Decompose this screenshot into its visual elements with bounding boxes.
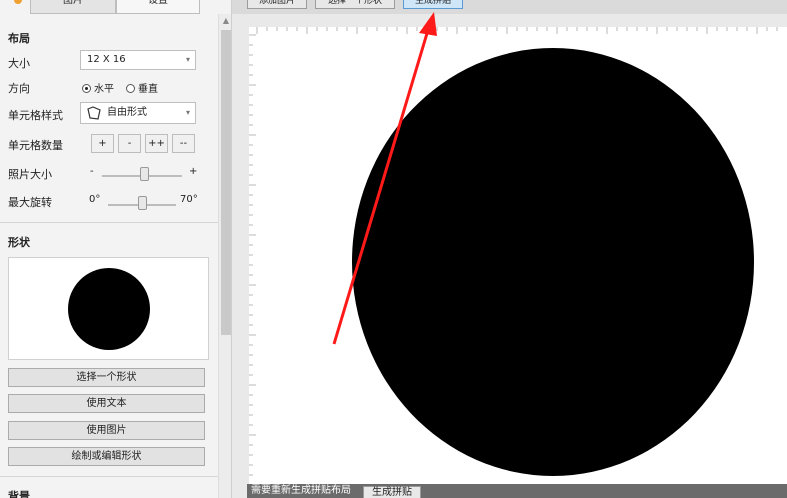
scroll-up-icon[interactable]: ▲ xyxy=(219,16,231,25)
direction-vertical-label: 垂直 xyxy=(138,84,158,95)
circle-shape-preview xyxy=(68,268,150,350)
tab-pictures[interactable]: 图片 xyxy=(30,0,116,14)
use-image-button[interactable]: 使用图片 xyxy=(8,421,205,440)
photo-size-min: - xyxy=(90,166,94,177)
shape-section-title: 形状 xyxy=(8,236,30,249)
collage-circle-shape xyxy=(352,48,754,476)
add-images-button[interactable]: 添加图片 xyxy=(247,0,307,9)
top-toolbar: 添加图片 选择一个形状 生成拼贴 xyxy=(232,0,787,14)
freeform-shape-icon xyxy=(87,106,101,120)
cell-count-remove-more-button[interactable]: -- xyxy=(172,134,195,153)
app-logo-icon xyxy=(14,0,22,4)
slider-handle[interactable] xyxy=(140,167,149,181)
tab-bar: 图片 设置 xyxy=(0,0,231,14)
left-ruler xyxy=(249,34,256,476)
radio-empty-icon xyxy=(126,84,135,93)
direction-vertical-radio[interactable]: 垂直 xyxy=(126,80,158,95)
panel-scrollbar[interactable]: ▲ xyxy=(218,14,231,498)
shape-preview xyxy=(8,257,209,360)
cell-count-add-more-button[interactable]: ++ xyxy=(145,134,168,153)
section-divider xyxy=(0,476,218,477)
photo-size-max: + xyxy=(189,166,198,177)
photo-size-label: 照片大小 xyxy=(8,168,52,181)
max-rotation-slider[interactable] xyxy=(108,196,176,210)
direction-horizontal-radio[interactable]: 水平 xyxy=(82,80,114,95)
status-generate-button[interactable]: 生成拼贴 xyxy=(363,486,421,498)
chevron-down-icon: ▾ xyxy=(185,108,190,117)
layout-section-title: 布局 xyxy=(8,32,30,45)
choose-shape-button[interactable]: 选择一个形状 xyxy=(8,368,205,387)
radio-selected-icon xyxy=(82,84,91,93)
status-message: 需要重新生成拼贴布局 xyxy=(251,485,351,496)
direction-label: 方向 xyxy=(8,82,30,95)
cell-count-remove-button[interactable]: - xyxy=(118,134,141,153)
rotation-min: 0° xyxy=(89,194,101,205)
draw-edit-shape-button[interactable]: 绘制或编辑形状 xyxy=(8,447,205,466)
max-rotation-label: 最大旋转 xyxy=(8,196,52,209)
cell-style-label: 单元格样式 xyxy=(8,109,63,122)
chevron-down-icon: ▾ xyxy=(185,55,190,64)
scrollbar-thumb[interactable] xyxy=(221,30,231,335)
photo-size-slider[interactable] xyxy=(102,167,182,181)
generate-collage-button[interactable]: 生成拼贴 xyxy=(403,0,463,9)
status-bar: 需要重新生成拼贴布局 生成拼贴 xyxy=(247,484,787,498)
settings-panel: 图片 设置 布局 大小 12 X 16 ▾ 方向 水平 垂直 单元格样式 自由形… xyxy=(0,0,232,498)
background-section-title: 背景 xyxy=(8,490,30,498)
size-select[interactable]: 12 X 16 ▾ xyxy=(80,50,196,70)
cell-style-select[interactable]: 自由形式 ▾ xyxy=(80,102,196,124)
choose-shape-toolbar-button[interactable]: 选择一个形状 xyxy=(315,0,395,9)
slider-handle[interactable] xyxy=(138,196,147,210)
top-ruler xyxy=(256,27,778,34)
section-divider xyxy=(0,222,218,223)
direction-horizontal-label: 水平 xyxy=(94,84,114,95)
tab-settings[interactable]: 设置 xyxy=(116,0,200,14)
use-text-button[interactable]: 使用文本 xyxy=(8,394,205,413)
size-label: 大小 xyxy=(8,57,30,70)
rotation-max: 70° xyxy=(180,194,198,205)
size-value: 12 X 16 xyxy=(87,54,126,65)
cell-count-add-button[interactable]: + xyxy=(91,134,114,153)
cell-style-value: 自由形式 xyxy=(107,107,147,118)
collage-canvas[interactable] xyxy=(249,27,787,484)
cell-count-label: 单元格数量 xyxy=(8,139,63,152)
